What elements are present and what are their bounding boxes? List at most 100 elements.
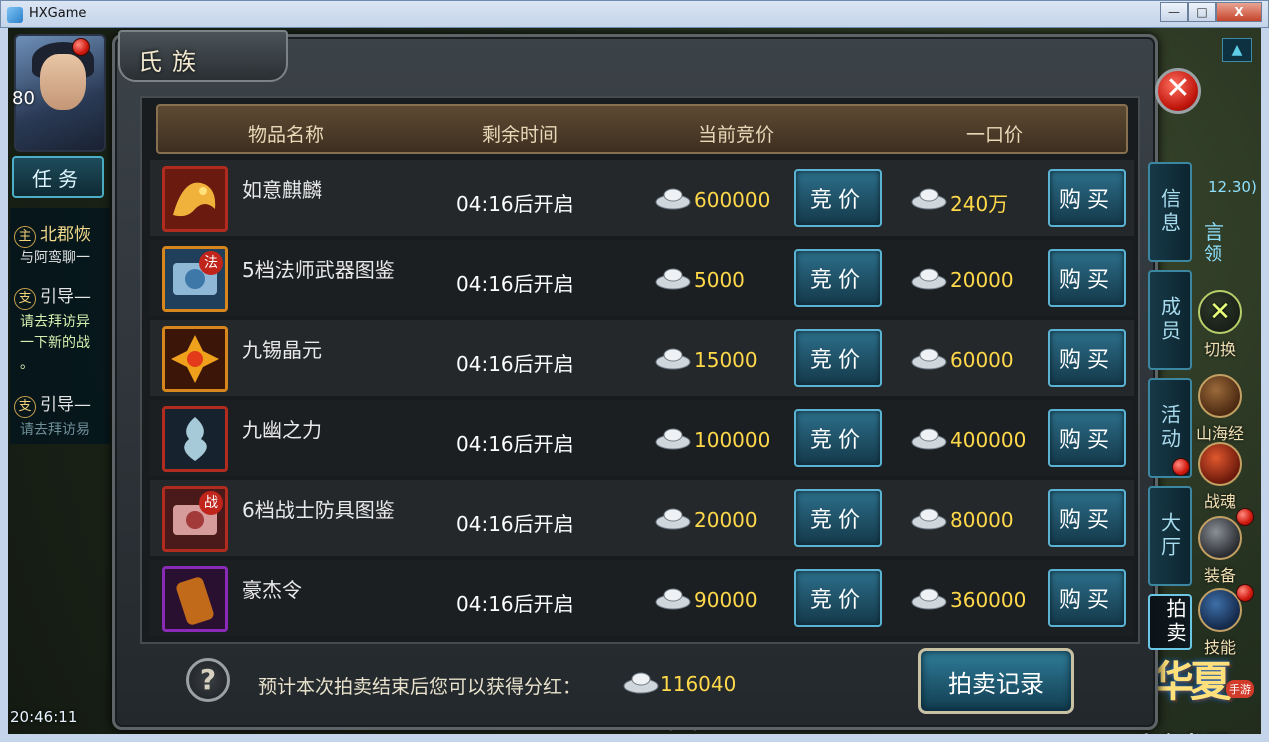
maximize-button[interactable]: □ bbox=[1188, 2, 1216, 22]
help-icon[interactable]: ? bbox=[186, 658, 230, 702]
bid-button[interactable]: 竞价 bbox=[794, 169, 882, 227]
quest-badge: 支 bbox=[14, 288, 36, 310]
tab-members[interactable]: 成员 bbox=[1148, 270, 1192, 370]
silver-ingot-icon bbox=[655, 428, 691, 450]
close-window-button[interactable]: X bbox=[1216, 2, 1262, 22]
demon-icon bbox=[1198, 442, 1242, 486]
x-icon: ✕ bbox=[1198, 290, 1242, 334]
quest-badge: 支 bbox=[14, 396, 36, 418]
bid-button[interactable]: 竞价 bbox=[794, 249, 882, 307]
switch-button[interactable]: ✕ 切换 bbox=[1192, 290, 1248, 360]
crystal-icon[interactable] bbox=[162, 326, 228, 392]
close-panel-button[interactable]: ✕ bbox=[1155, 68, 1201, 114]
quest-side-2[interactable]: 支引导— bbox=[14, 390, 91, 418]
current-bid: 15000 bbox=[694, 348, 758, 372]
buyout-price: 400000 bbox=[950, 428, 1027, 452]
silver-ingot-icon bbox=[655, 508, 691, 530]
book-icon bbox=[1198, 374, 1242, 418]
game-viewport: 80 任务 主北郡恢 与阿鸾聊一 支引导— 请去拜访异 一下新的战 。 支引导—… bbox=[8, 28, 1261, 734]
dividend-value: 116040 bbox=[660, 672, 737, 696]
auction-record-button[interactable]: 拍卖记录 bbox=[918, 648, 1074, 714]
quest-badge: 主 bbox=[14, 226, 36, 248]
bid-button[interactable]: 竞价 bbox=[794, 569, 882, 627]
switch-label: 切换 bbox=[1203, 340, 1236, 359]
spirit-icon[interactable] bbox=[162, 406, 228, 472]
window-frame-left bbox=[0, 28, 8, 742]
quest-title: 北郡恢 bbox=[40, 225, 91, 245]
buy-button[interactable]: 购买 bbox=[1048, 169, 1126, 227]
chevron-up-icon[interactable]: ▲ bbox=[1222, 38, 1252, 62]
table-row: 九幽之力 04:16后开启 100000 竞价 400000 购买 bbox=[150, 400, 1134, 476]
bid-button[interactable]: 竞价 bbox=[794, 329, 882, 387]
buyout-price: 80000 bbox=[950, 508, 1014, 532]
buy-button[interactable]: 购买 bbox=[1048, 569, 1126, 627]
notification-dot bbox=[72, 38, 90, 56]
silver-ingot-icon bbox=[911, 428, 947, 450]
bid-button[interactable]: 竞价 bbox=[794, 489, 882, 547]
side-text-b: 领 bbox=[1204, 244, 1222, 265]
header-buyout: 一口价 bbox=[966, 124, 1024, 146]
silver-ingot-icon bbox=[911, 348, 947, 370]
auction-list[interactable]: 物品名称 剩余时间 当前竞价 一口价 如意麒麟 04:16后开启 600000 竞价 2… bbox=[140, 96, 1140, 644]
window-frame-right bbox=[1261, 28, 1269, 742]
table-row: 法 5档法师武器图鉴 04:16后开启 5000 竞价 20000 购买 bbox=[150, 240, 1134, 316]
item-name: 6档战士防具图鉴 bbox=[242, 498, 395, 522]
buyout-price: 360000 bbox=[950, 588, 1027, 612]
window-controls: — □ X bbox=[1160, 2, 1262, 22]
table-row: 九锡晶元 04:16后开启 15000 竞价 60000 购买 bbox=[150, 320, 1134, 396]
token-icon[interactable] bbox=[162, 566, 228, 632]
avatar-face bbox=[40, 54, 86, 110]
quest-title: 引导— bbox=[40, 395, 91, 415]
item-time: 04:16后开启 bbox=[456, 592, 574, 616]
tab-info[interactable]: 信息 bbox=[1148, 162, 1192, 262]
buy-button[interactable]: 购买 bbox=[1048, 489, 1126, 547]
item-time: 04:16后开启 bbox=[456, 432, 574, 456]
silver-ingot-icon bbox=[655, 588, 691, 610]
item-name: 5档法师武器图鉴 bbox=[242, 258, 395, 282]
current-bid: 5000 bbox=[694, 268, 745, 292]
item-time: 04:16后开启 bbox=[456, 192, 574, 216]
equip-label: 装备 bbox=[1203, 566, 1236, 585]
game-clock: 20:46:11 bbox=[10, 708, 78, 726]
silver-ingot-icon bbox=[623, 672, 659, 694]
bid-button[interactable]: 竞价 bbox=[794, 409, 882, 467]
header-name: 物品名称 bbox=[248, 124, 325, 146]
silver-ingot-icon bbox=[911, 268, 947, 290]
item-time: 04:16后开启 bbox=[456, 272, 574, 296]
tab-auction[interactable]: 拍卖 bbox=[1148, 594, 1192, 650]
shanhaijing-button[interactable]: 山海经 bbox=[1192, 374, 1248, 444]
table-row: 豪杰令 04:16后开启 90000 竞价 360000 购买 bbox=[150, 560, 1134, 636]
buy-button[interactable]: 购买 bbox=[1048, 329, 1126, 387]
auction-footer: ? 预计本次拍卖结束后您可以获得分红： 116040 拍卖记录 bbox=[140, 648, 1140, 724]
equip-button[interactable]: 装备 bbox=[1192, 516, 1248, 586]
window-frame-bottom bbox=[0, 734, 1269, 742]
mage-scroll-icon[interactable]: 法 bbox=[162, 246, 228, 312]
silver-ingot-icon bbox=[655, 188, 691, 210]
buy-button[interactable]: 购买 bbox=[1048, 249, 1126, 307]
qilin-icon[interactable] bbox=[162, 166, 228, 232]
current-bid: 600000 bbox=[694, 188, 771, 212]
header-bid: 当前竞价 bbox=[698, 124, 775, 146]
quest-panel[interactable]: 主北郡恢 与阿鸾聊一 支引导— 请去拜访异 一下新的战 。 支引导— 请去拜访易 bbox=[10, 208, 110, 444]
dividend-text: 预计本次拍卖结束后您可以获得分红： bbox=[258, 676, 582, 698]
notification-dot bbox=[1236, 508, 1254, 526]
warrior-scroll-icon[interactable]: 战 bbox=[162, 486, 228, 552]
zhanhun-button[interactable]: 战魂 bbox=[1192, 442, 1248, 512]
current-bid: 100000 bbox=[694, 428, 771, 452]
task-tab[interactable]: 任务 bbox=[12, 156, 104, 198]
header-time: 剩余时间 bbox=[482, 124, 559, 146]
buyout-price: 60000 bbox=[950, 348, 1014, 372]
item-stamp: 战 bbox=[199, 491, 223, 515]
current-bid: 20000 bbox=[694, 508, 758, 532]
minimize-button[interactable]: — bbox=[1160, 2, 1188, 22]
buyout-price: 20000 bbox=[950, 268, 1014, 292]
logo-main: 华夏 bbox=[1152, 657, 1232, 706]
quest-main[interactable]: 主北郡恢 bbox=[14, 220, 91, 248]
shanhaijing-label: 山海经 bbox=[1195, 424, 1244, 443]
silver-ingot-icon bbox=[655, 348, 691, 370]
buy-button[interactable]: 购买 bbox=[1048, 409, 1126, 467]
tab-hall[interactable]: 大厅 bbox=[1148, 486, 1192, 586]
quest-side-1[interactable]: 支引导— bbox=[14, 282, 91, 310]
player-level: 80 bbox=[12, 88, 35, 109]
silver-ingot-icon bbox=[911, 508, 947, 530]
